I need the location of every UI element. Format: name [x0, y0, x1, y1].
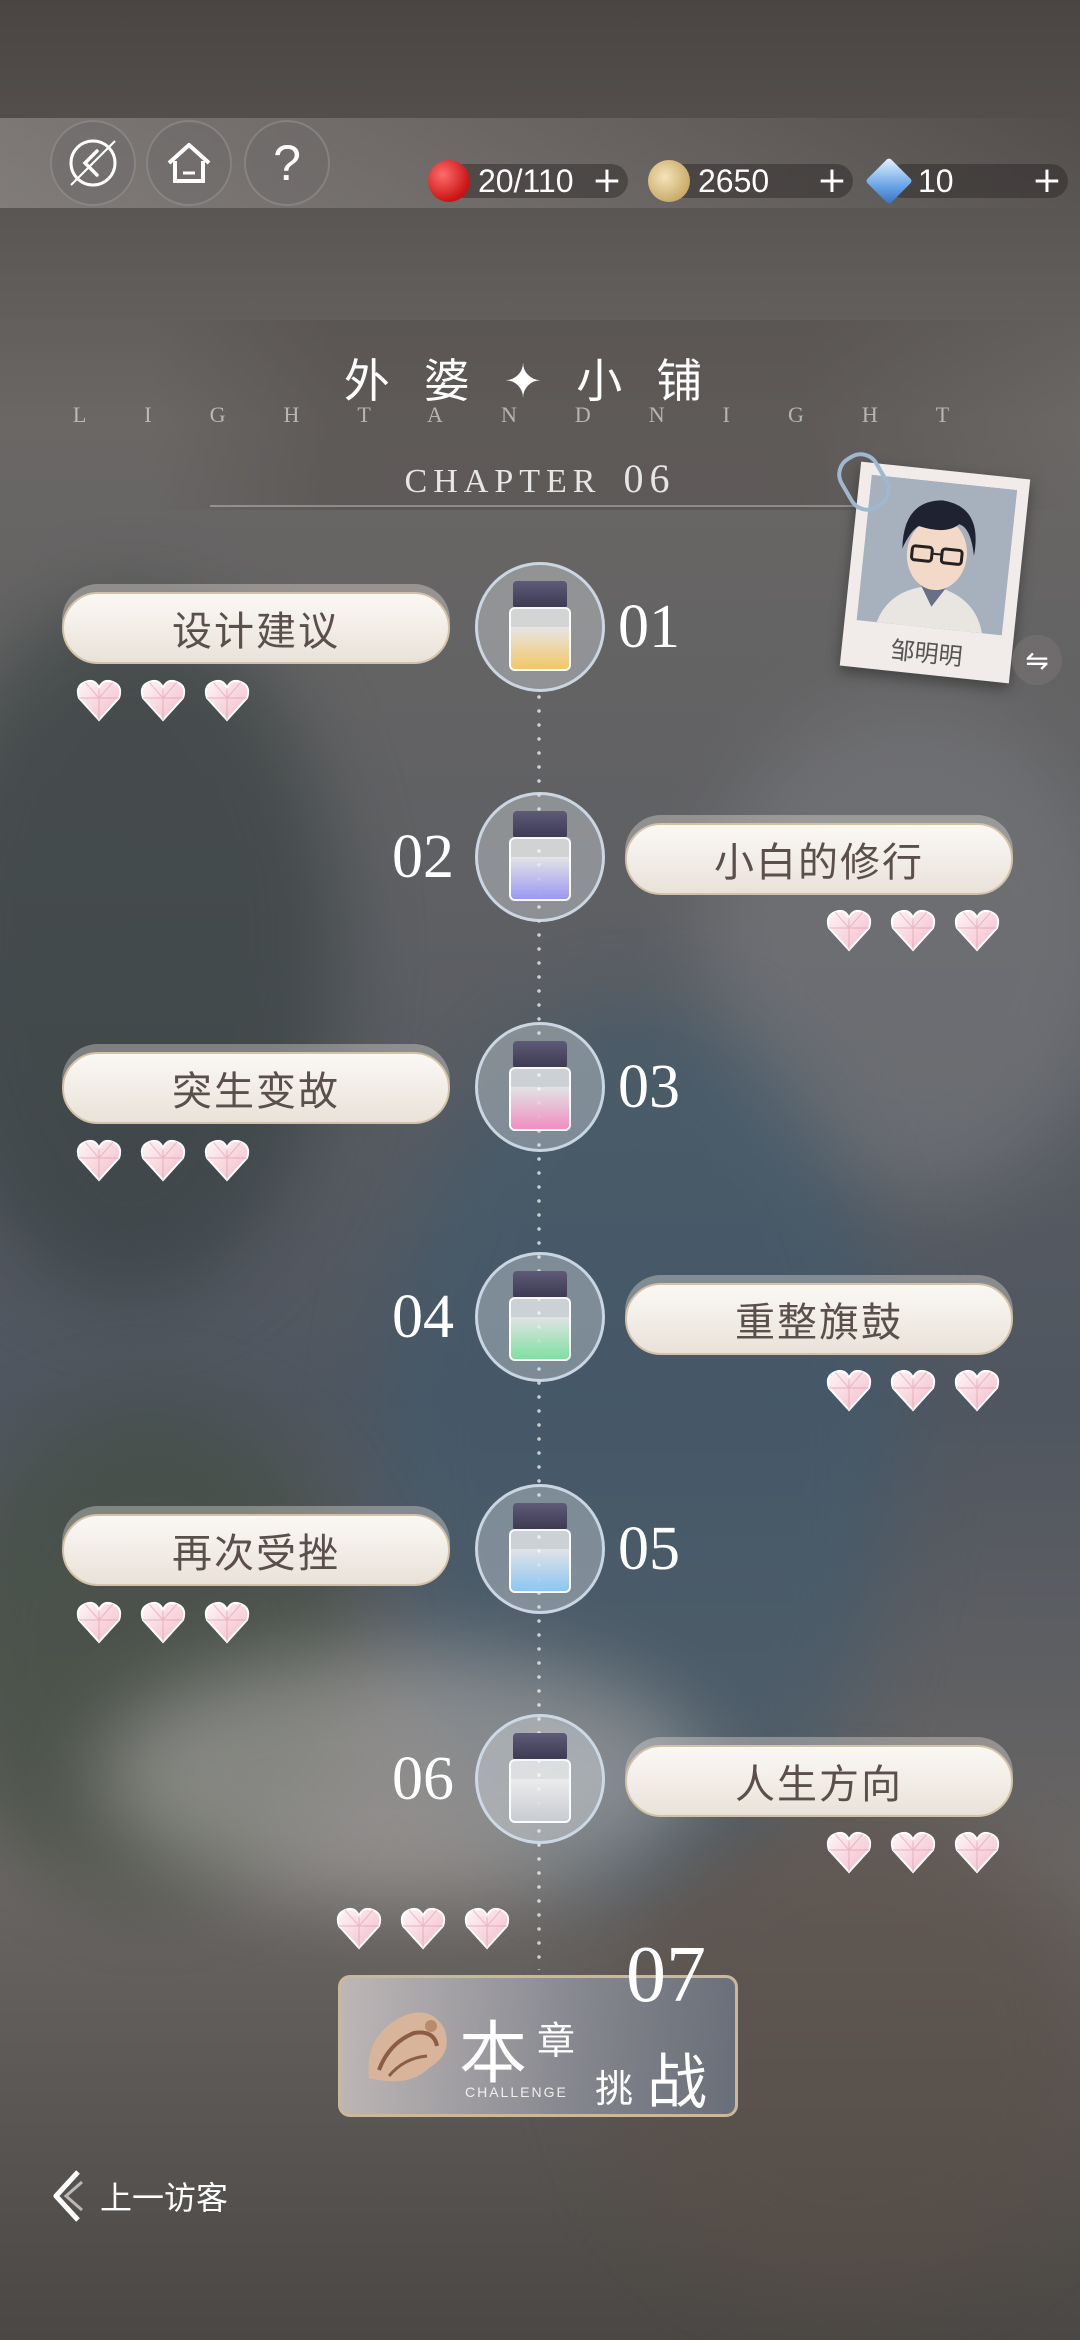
stage-title: 人生方向	[735, 1762, 903, 1808]
previous-visitor-label: 上一访客	[100, 2179, 229, 2217]
stage-02-button[interactable]: 小白的修行	[625, 823, 1013, 895]
heart-icon	[399, 1906, 447, 1950]
heart-icon	[889, 908, 937, 952]
stage-03-button[interactable]: 突生变故	[62, 1052, 450, 1124]
stage-01-hearts	[75, 678, 251, 722]
stage-03-hearts	[75, 1138, 251, 1182]
chapter-word: CHAPTER	[404, 463, 602, 500]
stage-number: 03	[618, 1053, 680, 1121]
coins-counter[interactable]: 2650 +	[648, 160, 853, 202]
heart-icon	[75, 678, 123, 722]
challenge-char-2: 章	[537, 2019, 576, 2063]
heart-icon	[203, 1600, 251, 1644]
chapter-number: 06	[623, 456, 676, 501]
heart-icon	[203, 1138, 251, 1182]
challenge-hearts	[335, 1906, 511, 1950]
chapter-subtitle: LIGHTANDNIGHT	[72, 402, 1008, 427]
challenge-number: 07	[626, 1931, 706, 2019]
diamonds-add-button[interactable]: +	[1032, 160, 1062, 202]
stage-05-button[interactable]: 再次受挫	[62, 1514, 450, 1586]
swap-arrows-icon: ⇋	[1025, 643, 1049, 677]
heart-icon	[139, 1600, 187, 1644]
question-mark-icon: ?	[273, 135, 301, 191]
switch-character-button[interactable]: ⇋	[1012, 635, 1062, 685]
heart-icon	[825, 908, 873, 952]
character-name: 邹明明	[889, 635, 964, 672]
home-button[interactable]	[146, 120, 232, 206]
stage-03-node[interactable]	[475, 1022, 605, 1152]
help-button[interactable]: ?	[244, 120, 330, 206]
diamonds-counter[interactable]: 10 +	[865, 157, 1068, 205]
stage-05-node[interactable]	[475, 1484, 605, 1614]
jar-icon	[509, 581, 571, 673]
home-icon	[167, 143, 211, 183]
heart-icon	[953, 908, 1001, 952]
heart-icon	[953, 1830, 1001, 1874]
gold-coin-icon	[648, 160, 690, 202]
back-arrow-icon	[69, 139, 117, 187]
heart-icon	[139, 1138, 187, 1182]
heart-icon	[75, 1600, 123, 1644]
stamina-value: 20/110	[478, 162, 574, 199]
heart-icon	[825, 1830, 873, 1874]
stage-title: 突生变故	[172, 1069, 340, 1115]
stage-number: 05	[618, 1515, 680, 1583]
stage-04-hearts	[825, 1368, 1001, 1412]
heart-icon	[463, 1906, 511, 1950]
heart-icon	[335, 1906, 383, 1950]
jar-icon	[509, 811, 571, 903]
heart-icon	[889, 1830, 937, 1874]
stage-06-button[interactable]: 人生方向	[625, 1745, 1013, 1817]
stage-04-node[interactable]	[475, 1252, 605, 1382]
heart-icon	[203, 678, 251, 722]
stage-number: 06	[392, 1745, 454, 1813]
challenge-english: CHALLENGE	[465, 2084, 568, 2100]
heart-icon	[889, 1368, 937, 1412]
diamonds-value: 10	[918, 162, 954, 199]
back-button[interactable]	[50, 120, 136, 206]
heart-icon	[75, 1138, 123, 1182]
stage-title: 重整旗鼓	[735, 1300, 903, 1346]
heart-icon	[825, 1368, 873, 1412]
stage-04-button[interactable]: 重整旗鼓	[625, 1283, 1013, 1355]
coins-add-button[interactable]: +	[817, 160, 847, 202]
stage-title: 再次受挫	[172, 1531, 340, 1577]
challenge-char-1: 本	[459, 2015, 528, 2094]
stamina-counter[interactable]: 20/110 +	[428, 160, 628, 202]
jar-icon	[509, 1271, 571, 1363]
stage-title: 小白的修行	[714, 840, 924, 886]
jar-icon	[509, 1733, 571, 1825]
red-apple-icon	[428, 160, 470, 202]
heart-icon	[953, 1368, 1001, 1412]
stage-06-node[interactable]	[475, 1714, 605, 1844]
stage-number: 04	[392, 1283, 454, 1351]
divider	[210, 505, 870, 507]
stage-06-hearts	[825, 1830, 1001, 1874]
heart-icon	[139, 678, 187, 722]
coins-value: 2650	[698, 162, 770, 199]
stage-number: 02	[392, 823, 454, 891]
conch-shell-icon	[368, 2012, 447, 2082]
stamina-add-button[interactable]: +	[592, 160, 622, 202]
stage-01-button[interactable]: 设计建议	[62, 592, 450, 664]
challenge-char-3: 挑	[595, 2067, 634, 2111]
stage-02-node[interactable]	[475, 792, 605, 922]
stage-title: 设计建议	[172, 609, 340, 655]
stage-02-hearts	[825, 908, 1001, 952]
challenge-char-4: 战	[647, 2048, 707, 2117]
jar-icon	[509, 1041, 571, 1133]
stage-01-node[interactable]	[475, 562, 605, 692]
chevron-left-icon	[53, 2170, 83, 2222]
stage-05-hearts	[75, 1600, 251, 1644]
jar-icon	[509, 1503, 571, 1595]
previous-visitor-button[interactable]: 上一访客	[50, 2168, 228, 2224]
stage-number: 01	[618, 593, 680, 661]
